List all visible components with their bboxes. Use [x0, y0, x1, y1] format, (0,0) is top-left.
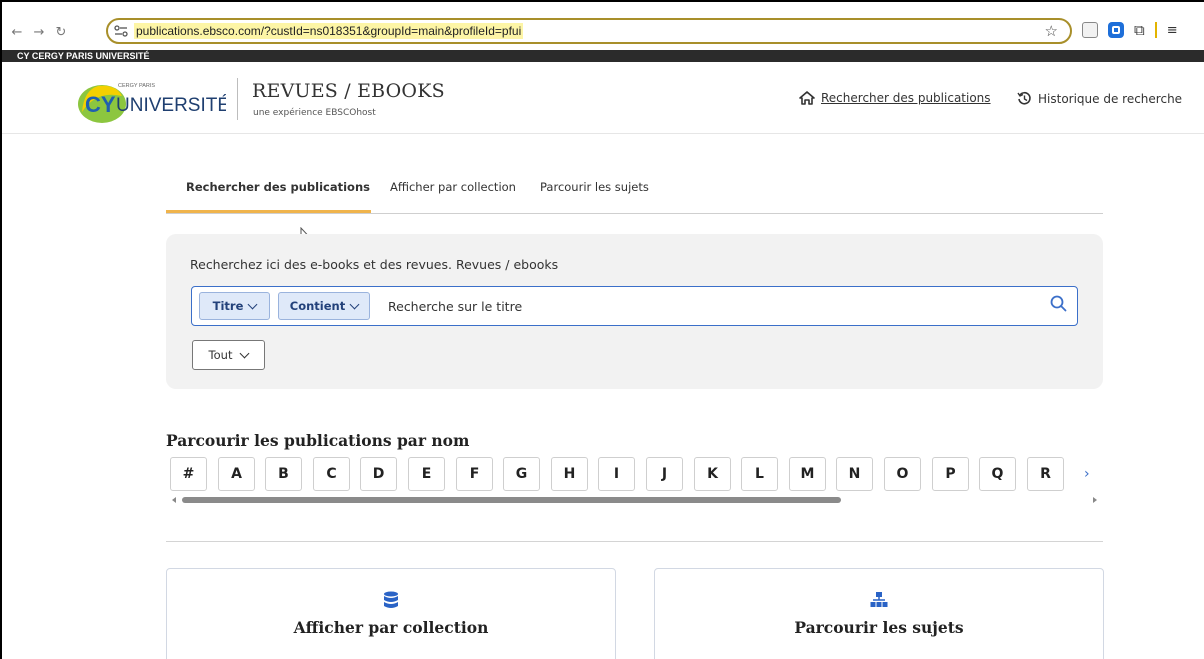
university-bar: CY CERGY PARIS UNIVERSITÉ	[2, 50, 1204, 62]
menu-icon[interactable]: ≡	[1167, 23, 1178, 38]
browse-by-name-title: Parcourir les publications par nom	[166, 431, 470, 450]
site-info-icon[interactable]	[108, 20, 134, 42]
site-header: CY CERGY PARIS UNIVERSITÉ REVUES / EBOOK…	[2, 62, 1204, 134]
letter-button[interactable]: A	[218, 457, 255, 491]
letter-button[interactable]: N	[836, 457, 873, 491]
logo-small-text: CERGY PARIS	[118, 83, 155, 89]
letter-button[interactable]: H	[551, 457, 588, 491]
brand-subtitle: une expérience EBSCOhost	[253, 108, 376, 118]
search-panel: Recherchez ici des e-books et des revues…	[166, 234, 1103, 389]
reader-icon[interactable]	[1082, 22, 1098, 38]
header-link-search-history[interactable]: Historique de recherche	[1017, 91, 1182, 106]
letter-button[interactable]: G	[503, 457, 540, 491]
search-tabs: Rechercher des publications Afficher par…	[166, 168, 1103, 214]
scrollbar-thumb[interactable]	[182, 497, 841, 503]
letter-button[interactable]: Q	[979, 457, 1016, 491]
tab-browse-collection[interactable]: Afficher par collection	[390, 180, 516, 194]
back-arrow-icon[interactable]: ←	[6, 21, 28, 43]
letter-button[interactable]: L	[741, 457, 778, 491]
reload-icon[interactable]: ↻	[50, 21, 72, 43]
forward-arrow-icon[interactable]: →	[28, 21, 50, 43]
letter-button[interactable]: I	[598, 457, 635, 491]
url-text[interactable]: publications.ebsco.com/?custId=ns018351&…	[134, 23, 524, 39]
letter-button[interactable]: R	[1027, 457, 1064, 491]
address-bar[interactable]: publications.ebsco.com/?custId=ns018351&…	[106, 18, 1072, 44]
active-tab-indicator	[166, 210, 371, 213]
scope-dropdown-label: Tout	[208, 348, 233, 362]
chevron-down-icon	[349, 299, 360, 309]
chevron-down-icon	[247, 299, 258, 309]
letter-button[interactable]: K	[694, 457, 731, 491]
scroll-left-icon[interactable]	[172, 497, 176, 503]
search-icon[interactable]	[1050, 295, 1067, 316]
letter-button[interactable]: J	[646, 457, 683, 491]
browser-toolbar: ← → ↻ publications.ebsco.com/?custId=ns0…	[2, 14, 1204, 50]
header-link-search-publications[interactable]: Rechercher des publications	[799, 91, 991, 105]
tab-search-publications[interactable]: Rechercher des publications	[186, 180, 370, 194]
home-icon	[799, 91, 815, 105]
scroll-right-icon[interactable]	[1093, 497, 1097, 503]
bookmark-star-icon[interactable]: ☆	[1045, 22, 1058, 40]
card-title: Parcourir les sujets	[794, 618, 964, 637]
letter-button[interactable]: E	[408, 457, 445, 491]
field-dropdown[interactable]: Titre	[199, 292, 270, 320]
letter-nav-scrollbar[interactable]	[170, 496, 1097, 506]
operator-dropdown-label: Contient	[289, 299, 346, 313]
database-icon	[383, 591, 399, 613]
letter-button[interactable]: O	[884, 457, 921, 491]
toolbar-separator	[1154, 22, 1157, 38]
university-logo[interactable]: CY CERGY PARIS UNIVERSITÉ	[76, 76, 230, 126]
brand-title: REVUES / EBOOKS	[252, 80, 445, 102]
window-frame-top	[0, 0, 1204, 14]
letter-button[interactable]: B	[265, 457, 302, 491]
header-link-label: Rechercher des publications	[821, 91, 991, 105]
logo-text: UNIVERSITÉ	[116, 95, 226, 116]
logo-divider	[237, 78, 238, 120]
operator-dropdown[interactable]: Contient	[278, 292, 370, 320]
letter-button[interactable]: #	[170, 457, 207, 491]
history-icon	[1017, 91, 1031, 105]
hierarchy-icon	[870, 591, 888, 613]
scope-dropdown[interactable]: Tout	[192, 340, 265, 370]
card-browse-collection[interactable]: Afficher par collection	[166, 568, 616, 659]
chevron-right-icon[interactable]: ›	[1084, 466, 1090, 482]
letter-button[interactable]: C	[313, 457, 350, 491]
field-dropdown-label: Titre	[212, 299, 244, 313]
letter-button[interactable]: P	[932, 457, 969, 491]
letter-button[interactable]: D	[360, 457, 397, 491]
letter-nav: # A B C D E F G H I J K L M N O P Q R	[170, 457, 1076, 491]
logo-mark: CY	[85, 92, 116, 117]
card-browse-subjects[interactable]: Parcourir les sujets	[654, 568, 1104, 659]
card-title: Afficher par collection	[293, 618, 489, 637]
extension-icon[interactable]	[1108, 22, 1124, 38]
chevron-down-icon	[240, 348, 250, 358]
search-box: Titre Contient	[191, 286, 1078, 326]
search-hint: Recherchez ici des e-books et des revues…	[190, 257, 559, 272]
letter-button[interactable]: F	[456, 457, 493, 491]
search-input[interactable]	[388, 292, 1008, 320]
extension-icons: ⧉ ≡	[1082, 22, 1178, 38]
section-divider	[166, 541, 1103, 542]
letter-button[interactable]: M	[789, 457, 826, 491]
tab-browse-subjects[interactable]: Parcourir les sujets	[540, 180, 649, 194]
puzzle-icon[interactable]: ⧉	[1134, 22, 1145, 38]
header-link-label: Historique de recherche	[1038, 91, 1183, 106]
